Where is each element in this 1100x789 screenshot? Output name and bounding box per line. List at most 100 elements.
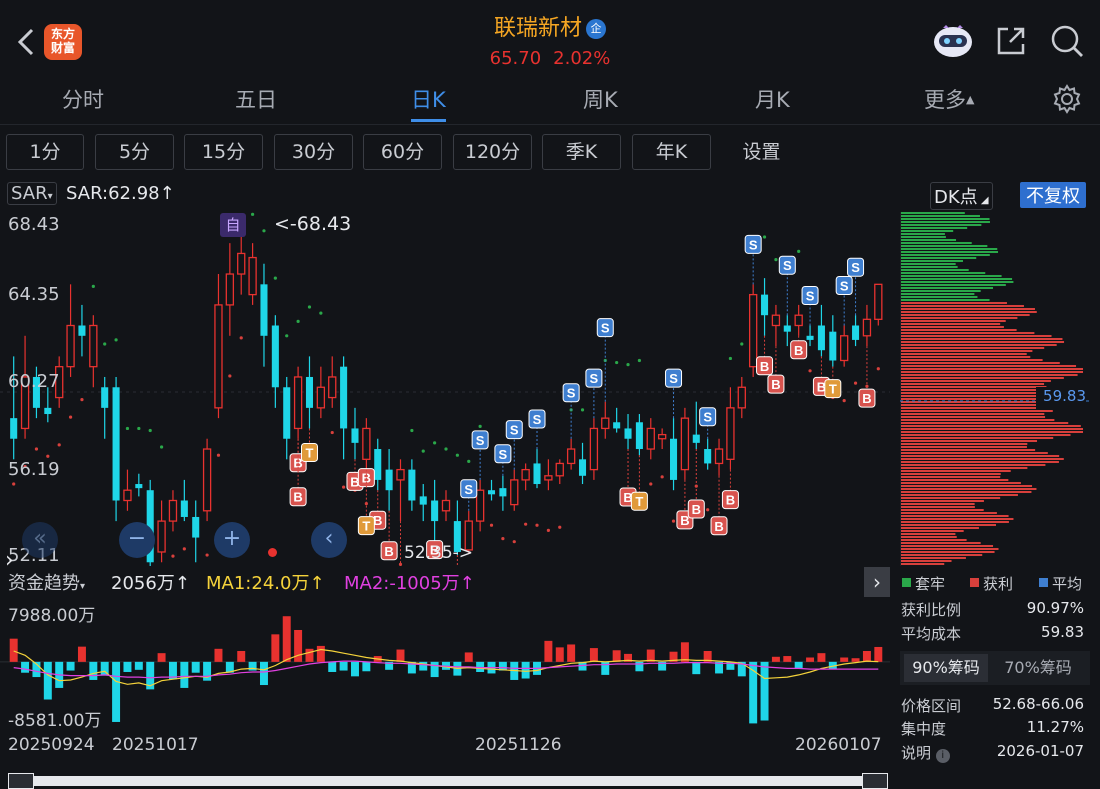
- candle-body-down: [419, 496, 427, 505]
- candle-body-down: [112, 387, 120, 501]
- settings-gear-icon[interactable]: [1052, 84, 1082, 114]
- chip-bar: [901, 530, 964, 532]
- search-icon[interactable]: [1048, 22, 1086, 60]
- candle-body-down: [670, 438, 678, 480]
- zoom-out-icon[interactable]: −: [119, 522, 155, 558]
- fund-trend-chart[interactable]: [0, 598, 890, 728]
- chip-bar: [901, 431, 1083, 433]
- candle-body-up: [396, 468, 405, 481]
- note-label-text: 说明: [901, 744, 932, 762]
- dk-point-button[interactable]: DK点 ◢: [930, 182, 993, 210]
- tab-monthly-k[interactable]: 月K: [755, 84, 790, 114]
- period-60min[interactable]: 60分: [363, 134, 442, 170]
- period-5min[interactable]: 5分: [95, 134, 174, 170]
- date-label-1: 20250924: [8, 735, 95, 755]
- indicator-selector[interactable]: SAR▾: [7, 182, 57, 205]
- period-quarter-k[interactable]: 季K: [542, 134, 621, 170]
- timeline-scrollbar[interactable]: [8, 776, 886, 786]
- tab-more[interactable]: 更多▲: [924, 84, 974, 114]
- tab-weekly-k[interactable]: 周K: [583, 84, 618, 114]
- chip-bar: [901, 323, 1001, 325]
- signal-letter-T: T: [306, 445, 314, 460]
- signal-letter-S: S: [601, 321, 610, 336]
- sar-dot: [273, 276, 277, 280]
- high-price-label: <-68.43: [274, 213, 352, 235]
- fund-trend-selector[interactable]: 资金趋势▾: [8, 569, 85, 595]
- chip-bar: [901, 491, 1032, 493]
- info-icon[interactable]: i: [935, 749, 950, 763]
- kline-chart[interactable]: BTBBBBTBBBTSSSSSSSSBTSBBSBBSBBSBSBTSSB: [0, 212, 890, 566]
- tab-chip-90[interactable]: 90%筹码: [904, 654, 988, 682]
- profit-ratio-label: 获利比例: [901, 601, 962, 619]
- sar-dot: [342, 485, 346, 489]
- chip-bar: [901, 455, 1060, 457]
- chip-bar: [901, 257, 977, 259]
- chip-bar: [901, 470, 1011, 472]
- sar-dot: [774, 258, 778, 262]
- signal-letter-S: S: [749, 237, 758, 252]
- sar-up-arrow: ↑: [159, 183, 175, 204]
- robot-avatar-icon[interactable]: [932, 22, 974, 60]
- sar-dot: [558, 525, 562, 529]
- chip-bar: [901, 215, 980, 217]
- self-select-badge[interactable]: 自: [220, 213, 246, 237]
- candle-body-up: [794, 314, 803, 327]
- sar-dot: [137, 426, 141, 431]
- fund-value: 2056万↑: [111, 569, 190, 595]
- tab-chip-70[interactable]: 70%筹码: [996, 654, 1080, 682]
- chip-bar: [901, 428, 1083, 430]
- chip-bar: [901, 221, 990, 223]
- chip-bar: [901, 320, 1006, 322]
- chip-bar: [901, 284, 1006, 286]
- chip-bar: [901, 512, 997, 514]
- period-120min[interactable]: 120分: [453, 134, 532, 170]
- candle-body-down: [408, 469, 416, 501]
- sar-dot: [125, 426, 130, 431]
- candle-body-up: [316, 386, 326, 409]
- signal-letter-B: B: [771, 377, 780, 392]
- chip-bar: [901, 425, 1081, 427]
- chip-bar: [901, 227, 968, 229]
- adjustment-toggle[interactable]: 不复权: [1020, 182, 1086, 208]
- chip-bar: [901, 299, 990, 301]
- fund-bar: [294, 629, 303, 662]
- period-30min[interactable]: 30分: [274, 134, 353, 170]
- profit-ratio-value: 90.97%: [1026, 599, 1084, 617]
- chip-bar: [901, 326, 1004, 328]
- zoom-in-icon[interactable]: +: [214, 522, 250, 558]
- fund-bar: [203, 661, 212, 681]
- period-year-k[interactable]: 年K: [632, 134, 711, 170]
- chip-bar: [901, 236, 946, 238]
- tab-five-day[interactable]: 五日: [235, 84, 277, 114]
- period-15min[interactable]: 15分: [184, 134, 263, 170]
- chip-bar: [901, 290, 981, 292]
- candle-body-up: [862, 318, 872, 337]
- chip-bar: [901, 500, 984, 502]
- signal-letter-B: B: [794, 343, 803, 358]
- fund-ma2-arrow: ↑: [459, 573, 475, 594]
- chip-bar: [901, 479, 1009, 481]
- fund-bar: [43, 661, 52, 700]
- tab-more-label: 更多: [924, 88, 966, 112]
- fund-bar: [612, 650, 621, 662]
- legend-swatch-trapped: [902, 578, 911, 587]
- candle-body-down: [135, 484, 143, 489]
- tab-intraday[interactable]: 分时: [62, 84, 104, 114]
- candle-body-down: [44, 407, 52, 415]
- fund-bar: [237, 650, 246, 662]
- fund-bar: [89, 661, 98, 680]
- chip-bar: [901, 554, 983, 556]
- signal-letter-B: B: [692, 502, 701, 517]
- period-settings[interactable]: 设置: [722, 134, 801, 170]
- share-icon[interactable]: [994, 24, 1028, 58]
- fund-bar: [191, 661, 200, 673]
- fund-bar: [66, 661, 75, 671]
- candle-body-up: [840, 335, 849, 362]
- dk-point-label: DK点: [934, 187, 978, 208]
- scroll-left-icon[interactable]: ‹: [311, 522, 347, 558]
- candle-body-up: [362, 427, 371, 460]
- tab-daily-k[interactable]: 日K: [411, 84, 446, 122]
- signal-letter-S: S: [533, 412, 542, 427]
- period-1min[interactable]: 1分: [6, 134, 84, 170]
- signal-letter-B: B: [293, 490, 302, 505]
